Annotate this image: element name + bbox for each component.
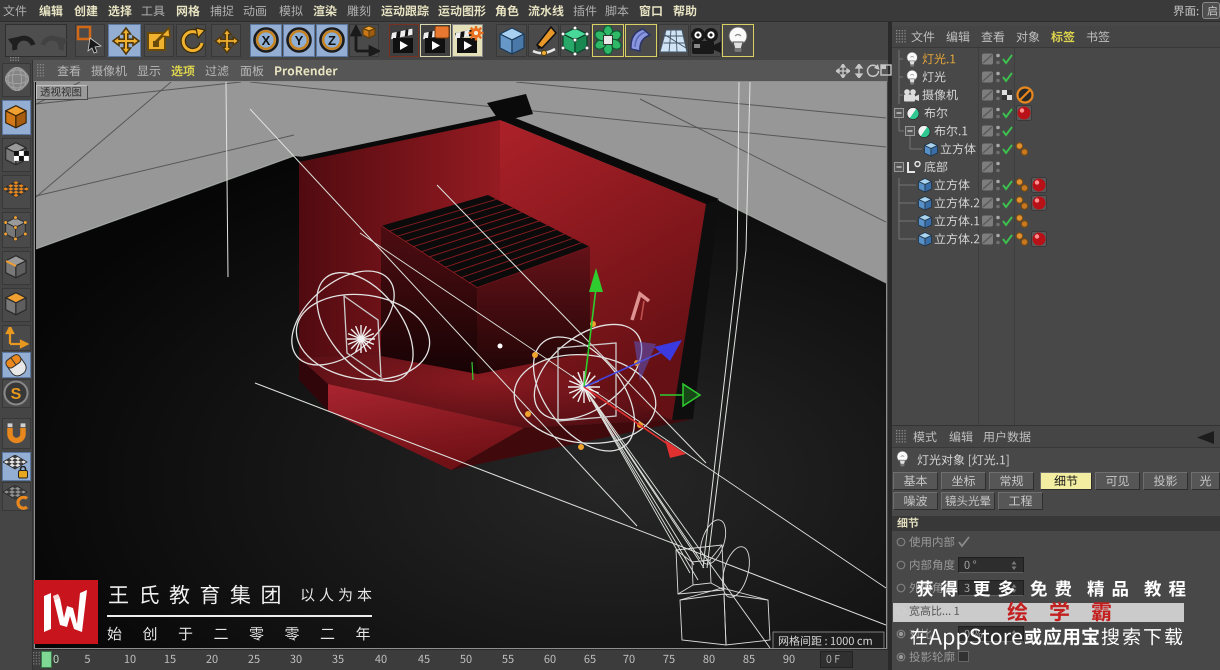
svg-text:Y: Y	[295, 33, 304, 48]
svg-text:X: X	[262, 33, 271, 48]
svg-text:S: S	[11, 386, 22, 403]
svg-text:Z: Z	[328, 33, 336, 48]
